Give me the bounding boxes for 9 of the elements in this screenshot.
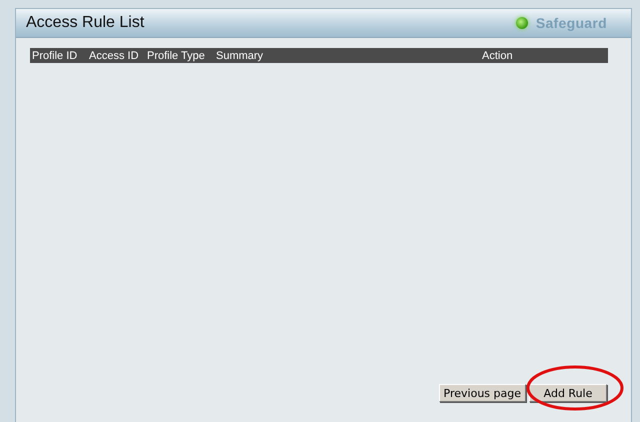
column-header: Profile Type bbox=[146, 50, 206, 62]
column-header: Action bbox=[481, 50, 514, 62]
column-header: Profile ID bbox=[31, 50, 78, 62]
column-header: Access ID bbox=[88, 50, 140, 62]
add-rule-button[interactable]: Add Rule bbox=[529, 384, 607, 402]
panel-title: Access Rule List bbox=[26, 14, 144, 32]
previous-page-button[interactable]: Previous page bbox=[438, 384, 526, 402]
column-header: Summary bbox=[215, 50, 264, 62]
status-label: Safeguard bbox=[536, 15, 607, 31]
